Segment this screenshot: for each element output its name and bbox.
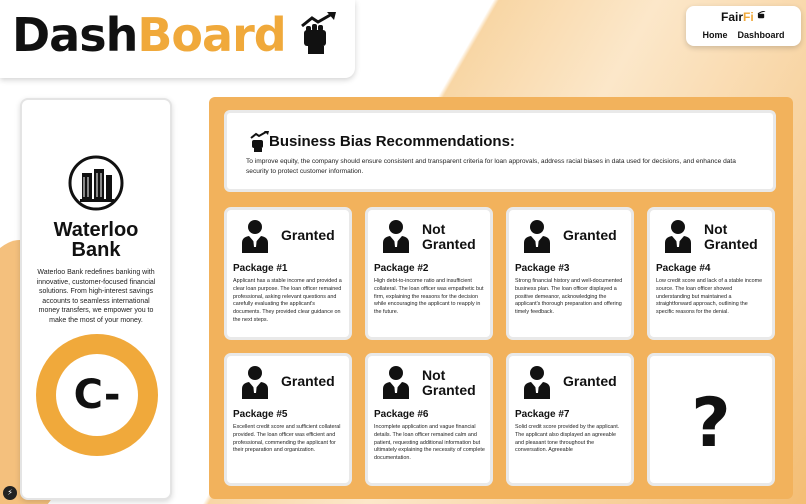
package-status: Not Granted xyxy=(422,221,476,252)
nav-brand[interactable]: FairFi xyxy=(686,10,801,24)
bank-building-icon xyxy=(68,155,124,211)
unknown-package-card[interactable]: ? xyxy=(647,353,775,486)
package-card[interactable]: Not Granted Package #6 Incomplete applica… xyxy=(365,353,493,486)
package-card[interactable]: Granted Package #3 Strong financial hist… xyxy=(506,207,634,340)
package-status: Granted xyxy=(563,227,617,243)
brand-text-fi: Fi xyxy=(743,10,754,24)
package-card[interactable]: Granted Package #5 Excellent credit scor… xyxy=(224,353,352,486)
fist-chart-icon xyxy=(250,131,269,152)
recommendations-title: Business Bias Recommendations: xyxy=(269,133,515,150)
package-description: Excellent credit score and sufficient co… xyxy=(233,424,341,454)
package-description: Solid credit score provided by the appli… xyxy=(515,424,620,454)
package-description: Strong financial history and well-docume… xyxy=(515,278,623,316)
package-title: Package #5 xyxy=(233,409,288,420)
nav-card: FairFi Home Dashboard xyxy=(686,6,801,46)
lightning-icon[interactable]: ⚡ xyxy=(3,486,17,500)
person-icon xyxy=(383,220,409,253)
person-icon xyxy=(242,220,268,253)
package-status: Not Granted xyxy=(704,221,758,252)
package-status: Granted xyxy=(281,373,335,389)
package-title: Package #1 xyxy=(233,263,288,274)
package-status: Granted xyxy=(281,227,335,243)
package-description: Incomplete application and vague financi… xyxy=(374,424,485,462)
recommendations-text: To improve equity, the company should en… xyxy=(246,158,736,175)
package-title: Package #7 xyxy=(515,409,570,420)
person-icon xyxy=(524,220,550,253)
package-card[interactable]: Not Granted Package #2 High debt-to-incom… xyxy=(365,207,493,340)
bank-name-line1: Waterloo xyxy=(53,219,139,241)
person-icon xyxy=(524,366,550,399)
fist-icon xyxy=(757,10,766,19)
question-mark-icon: ? xyxy=(691,384,731,463)
grade-badge: C- xyxy=(36,334,158,456)
bank-card: Waterloo Bank Waterloo Bank redefines ba… xyxy=(20,98,172,500)
fist-chart-icon xyxy=(301,12,336,54)
bank-name-line2: Bank xyxy=(71,239,121,261)
nav-link-home[interactable]: Home xyxy=(702,30,727,40)
package-description: Applicant has a stable income and provid… xyxy=(233,278,342,323)
brand-text-fair: Fair xyxy=(720,10,743,24)
package-description: Low credit score and lack of a stable in… xyxy=(656,278,763,316)
package-card[interactable]: Not Granted Package #4 Low credit score a… xyxy=(647,207,775,340)
person-icon xyxy=(665,220,691,253)
logo-text-board: Board xyxy=(137,8,286,62)
person-icon xyxy=(242,366,268,399)
person-icon xyxy=(383,366,409,399)
app-logo[interactable]: DashBoard xyxy=(12,8,287,62)
bank-name: Waterloo Bank xyxy=(22,220,170,260)
package-card[interactable]: Granted Package #7 Solid credit score pr… xyxy=(506,353,634,486)
logo-text-dash: Dash xyxy=(12,8,138,62)
package-description: High debt-to-income ratio and insufficie… xyxy=(374,278,484,316)
package-card[interactable]: Granted Package #1 Applicant has a stabl… xyxy=(224,207,352,340)
grade-value: C- xyxy=(56,354,138,436)
main-panel: Business Bias Recommendations: To improv… xyxy=(209,97,793,499)
nav-link-dashboard[interactable]: Dashboard xyxy=(738,30,785,40)
package-title: Package #2 xyxy=(374,263,429,274)
bank-description: Waterloo Bank redefines banking with inn… xyxy=(36,269,156,324)
package-title: Package #6 xyxy=(374,409,429,420)
recommendations-card: Business Bias Recommendations: To improv… xyxy=(224,110,776,192)
package-title: Package #3 xyxy=(515,263,570,274)
logo-card: DashBoard xyxy=(0,0,355,78)
package-status: Granted xyxy=(563,373,617,389)
package-status: Not Granted xyxy=(422,367,476,398)
package-title: Package #4 xyxy=(656,263,711,274)
